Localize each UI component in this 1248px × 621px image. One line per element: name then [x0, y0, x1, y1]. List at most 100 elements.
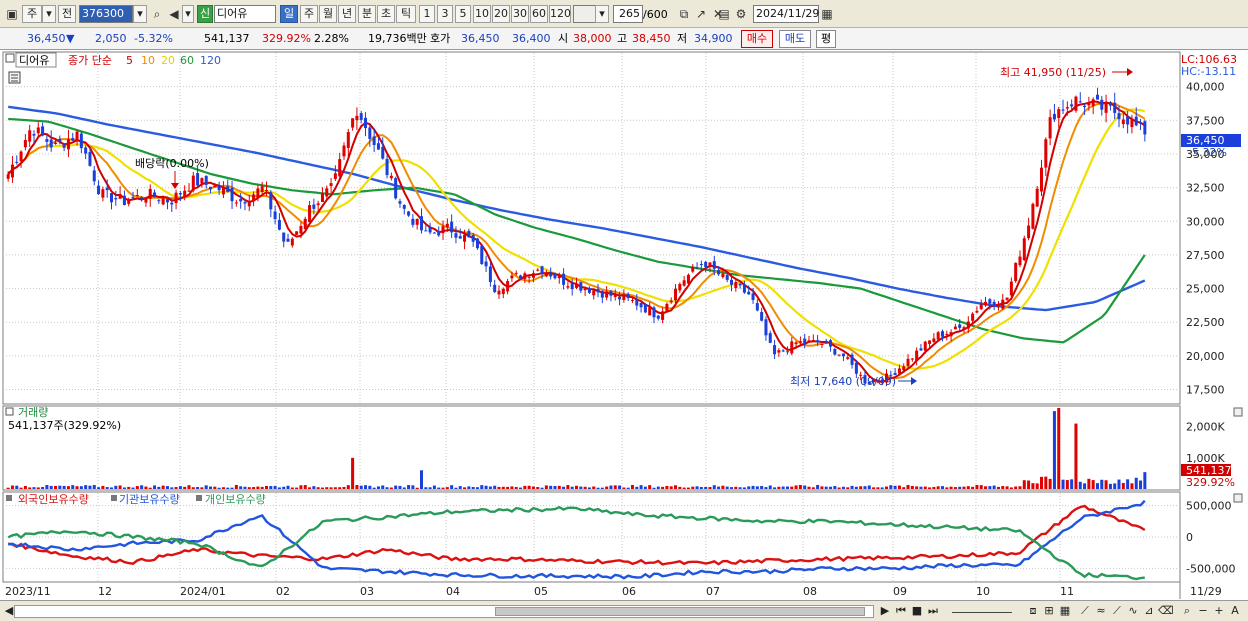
interval-5[interactable]: 5 — [455, 5, 471, 23]
interval-1[interactable]: 1 — [419, 5, 435, 23]
candle-body — [333, 173, 337, 179]
candle-type-icon[interactable]: ⧉ — [676, 6, 692, 22]
table-view-icon[interactable]: ▦ — [1058, 603, 1072, 619]
save-icon[interactable]: ▤ — [716, 6, 732, 22]
volume-bar — [936, 486, 940, 489]
zoom-search-icon[interactable]: ⌕ — [1180, 603, 1194, 619]
horizontal-scrollbar[interactable] — [14, 605, 874, 618]
volume-bar — [531, 486, 535, 489]
x-axis-label: 11/29 — [1190, 585, 1222, 598]
candle-body — [88, 152, 92, 166]
volume-panel-close-icon[interactable] — [1233, 407, 1243, 417]
candle-body — [1065, 107, 1069, 109]
stop-icon[interactable]: ■ — [910, 603, 924, 619]
fibonacci-icon[interactable]: ≈ — [1094, 603, 1108, 619]
volume-bar — [988, 486, 992, 489]
candle-body — [742, 284, 746, 293]
volume-bar — [41, 486, 45, 489]
candle-body — [54, 142, 58, 144]
interval-3[interactable]: 3 — [437, 5, 453, 23]
sell-button[interactable]: 매도 — [779, 30, 811, 48]
volume-bar — [368, 485, 372, 489]
candle-body — [320, 193, 324, 202]
candle-body — [41, 126, 45, 136]
interval-120[interactable]: 120 — [549, 5, 571, 23]
candle-body — [579, 282, 583, 291]
period-day[interactable]: 일 — [280, 5, 298, 23]
volume-bar — [359, 485, 363, 489]
interval-20[interactable]: 20 — [492, 5, 510, 23]
date-input[interactable]: 2024/11/29 — [753, 5, 819, 23]
market-dropdown-icon[interactable]: ▾ — [42, 5, 56, 23]
window-menu-icon[interactable]: ▣ — [4, 6, 20, 22]
volume-bar — [1031, 483, 1035, 489]
interval-60[interactable]: 60 — [530, 5, 548, 23]
settings-gear-icon[interactable]: ⚙ — [733, 6, 749, 22]
period-week[interactable]: 주 — [300, 5, 318, 23]
period-month[interactable]: 월 — [319, 5, 337, 23]
split-view-icon[interactable]: ⊞ — [1042, 603, 1056, 619]
count-input[interactable]: 265 — [613, 5, 643, 23]
layout-icon[interactable]: ⧈ — [1026, 603, 1040, 619]
period-second[interactable]: 초 — [377, 5, 395, 23]
speaker-dropdown-icon[interactable]: ▾ — [182, 5, 194, 23]
holdings-panel-close-icon[interactable] — [1233, 493, 1243, 503]
scroll-start-icon[interactable]: ⏮ — [894, 603, 908, 619]
zoom-slider[interactable] — [952, 603, 1012, 613]
ma-legend-label: 종가 단순 — [68, 54, 112, 67]
candle-body — [605, 291, 609, 298]
candle-body — [84, 147, 88, 154]
candle-body — [140, 197, 144, 199]
zoom-in-icon[interactable]: + — [1212, 603, 1226, 619]
volume-bar — [984, 486, 988, 489]
candle-body — [596, 289, 600, 293]
volume-ratio: 329.92% — [262, 32, 311, 45]
speaker-icon[interactable]: ◀ — [166, 6, 182, 22]
erase-icon[interactable]: ⌫ — [1158, 603, 1174, 619]
stock-name-field[interactable]: 디어유 — [214, 5, 276, 23]
interval-10[interactable]: 10 — [473, 5, 491, 23]
candle-body — [807, 340, 811, 342]
prev-button[interactable]: 전 — [58, 5, 76, 23]
volume-bar — [140, 485, 144, 489]
x-axis-label: 09 — [893, 585, 907, 598]
chart-area[interactable]: 2023/11 12 2024/01 02 03 04 05 06 07 08 09 10 11 11/2… — [0, 51, 1248, 599]
candle-body — [62, 144, 66, 148]
custom-interval-dropdown-icon[interactable]: ▾ — [595, 5, 609, 23]
market-select[interactable]: 주 — [22, 5, 42, 23]
wave-icon[interactable]: ∿ — [1126, 603, 1140, 619]
scroll-right-icon[interactable]: ▶ — [878, 603, 892, 619]
candle-body — [669, 300, 673, 303]
period-year[interactable]: 년 — [338, 5, 356, 23]
font-size-icon[interactable]: A — [1228, 603, 1242, 619]
period-tick[interactable]: 틱 — [396, 5, 416, 23]
volume-bar — [897, 485, 901, 489]
measure-icon[interactable]: ⊿ — [1142, 603, 1156, 619]
buy-button[interactable]: 매수 — [741, 30, 773, 48]
candle-body — [906, 358, 910, 367]
volume-bar — [785, 486, 789, 489]
holdings-axis-tick: 500,000 — [1186, 500, 1232, 513]
calendar-icon[interactable]: ▦ — [819, 6, 835, 22]
stock-code-input[interactable]: 376300 — [79, 5, 133, 23]
code-dropdown-icon[interactable]: ▾ — [133, 5, 147, 23]
volume-bar — [579, 486, 583, 489]
period-minute[interactable]: 분 — [358, 5, 376, 23]
candle-body — [437, 231, 441, 236]
volume-bar — [971, 486, 975, 489]
volume-bar — [75, 486, 79, 489]
trend-line-icon[interactable]: ⟋ — [1078, 603, 1092, 619]
ma20-legend: 20 — [161, 54, 175, 67]
scrollbar-thumb[interactable] — [495, 607, 865, 616]
scroll-end-icon[interactable]: ⏭ — [926, 603, 940, 619]
eval-button[interactable]: 평 — [816, 30, 836, 48]
candle-body — [665, 304, 669, 312]
candle-body — [252, 194, 256, 201]
search-icon[interactable]: ⌕ — [149, 6, 165, 22]
candle-body — [75, 131, 79, 141]
volume-bar — [885, 486, 889, 489]
interval-30[interactable]: 30 — [511, 5, 529, 23]
draw-tool-icon[interactable]: ↗ — [693, 6, 709, 22]
zoom-out-icon[interactable]: − — [1196, 603, 1210, 619]
channel-icon[interactable]: ⟋ — [1110, 603, 1124, 619]
